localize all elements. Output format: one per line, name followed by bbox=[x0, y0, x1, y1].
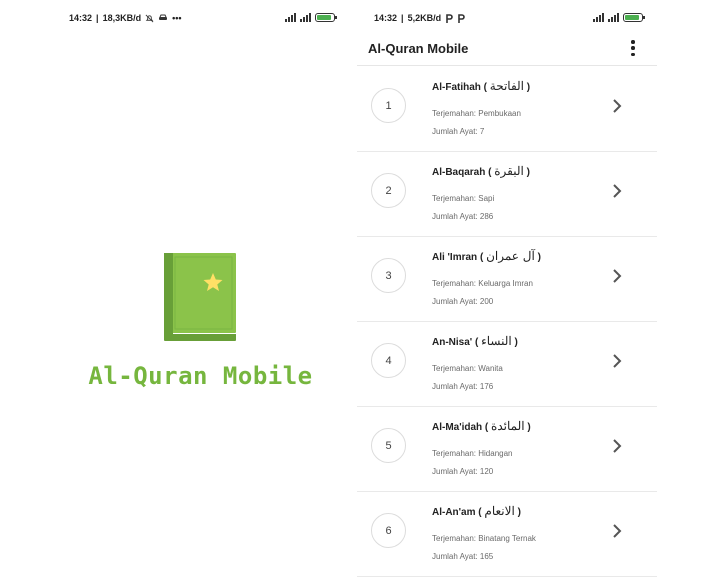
chevron-right-icon bbox=[613, 524, 622, 538]
p-notification-icon bbox=[458, 13, 465, 23]
surah-number: 1 bbox=[371, 88, 406, 123]
surah-item[interactable]: 6 Al-An'am ( الانعام ) Terjemahan: Binat… bbox=[357, 492, 657, 577]
car-icon bbox=[159, 14, 168, 20]
surah-arabic-name: آل عمران bbox=[486, 249, 535, 263]
bell-off-icon bbox=[145, 14, 154, 22]
surah-name: Al-Ma'idah ( المائدة ) bbox=[432, 419, 531, 433]
surah-item[interactable]: 3 Ali 'Imran ( آل عمران ) Terjemahan: Ke… bbox=[357, 237, 657, 322]
signal-icon bbox=[608, 12, 619, 22]
splash-screen: 14:32 | 18,3KB/d ••• Al-Quran Mobile bbox=[52, 0, 349, 584]
surah-name: An-Nisa' ( النساء ) bbox=[432, 334, 518, 348]
status-time: 14:32 bbox=[374, 13, 398, 23]
surah-translation: Terjemahan: Wanita bbox=[432, 364, 503, 373]
status-bar: 14:32 | 5,2KB/d bbox=[357, 10, 657, 28]
splash-app-title: Al-Quran Mobile bbox=[88, 362, 313, 390]
status-bar: 14:32 | 18,3KB/d ••• bbox=[52, 10, 349, 28]
status-time: 14:32 bbox=[69, 13, 93, 23]
surah-translation: Terjemahan: Keluarga Imran bbox=[432, 279, 533, 288]
chevron-right-icon bbox=[613, 184, 622, 198]
quran-book-icon bbox=[164, 253, 238, 342]
chevron-right-icon bbox=[613, 269, 622, 283]
surah-arabic-name: البقرة bbox=[494, 164, 524, 178]
surah-number: 5 bbox=[371, 428, 406, 463]
surah-ayat-count: Jumlah Ayat: 165 bbox=[432, 552, 494, 561]
surah-name: Al-Fatihah ( الفاتحة ) bbox=[432, 79, 531, 93]
surah-ayat-count: Jumlah Ayat: 7 bbox=[432, 127, 485, 136]
surah-number: 4 bbox=[371, 343, 406, 378]
status-speed: 18,3KB/d bbox=[102, 13, 142, 23]
surah-ayat-count: Jumlah Ayat: 200 bbox=[432, 297, 494, 306]
surah-number: 2 bbox=[371, 173, 406, 208]
surah-item[interactable]: 4 An-Nisa' ( النساء ) Terjemahan: Wanita… bbox=[357, 322, 657, 407]
surah-name: Ali 'Imran ( آل عمران ) bbox=[432, 249, 541, 263]
surah-ayat-count: Jumlah Ayat: 120 bbox=[432, 467, 494, 476]
app-bar-title: Al-Quran Mobile bbox=[368, 41, 469, 56]
surah-arabic-name: المائدة bbox=[491, 419, 525, 433]
surah-list: 1 Al-Fatihah ( الفاتحة ) Terjemahan: Pem… bbox=[357, 67, 657, 577]
surah-name: Al-Baqarah ( البقرة ) bbox=[432, 164, 530, 178]
surah-arabic-name: الفاتحة bbox=[489, 79, 525, 93]
more-notifications-icon: ••• bbox=[172, 13, 182, 23]
more-vert-icon[interactable] bbox=[629, 40, 637, 56]
surah-number: 6 bbox=[371, 513, 406, 548]
surah-list-screen: 14:32 | 5,2KB/d Al-Quran Mobile 1 Al-Fat… bbox=[357, 0, 657, 584]
surah-name: Al-An'am ( الانعام ) bbox=[432, 504, 521, 518]
surah-translation: Terjemahan: Binatang Ternak bbox=[432, 534, 536, 543]
surah-ayat-count: Jumlah Ayat: 286 bbox=[432, 212, 494, 221]
app-bar: Al-Quran Mobile bbox=[357, 32, 657, 66]
battery-icon bbox=[315, 12, 337, 22]
signal-icon bbox=[300, 12, 311, 22]
battery-icon bbox=[623, 12, 645, 22]
p-notification-icon bbox=[446, 13, 453, 23]
surah-arabic-name: الانعام bbox=[484, 504, 515, 518]
surah-item[interactable]: 5 Al-Ma'idah ( المائدة ) Terjemahan: Hid… bbox=[357, 407, 657, 492]
surah-ayat-count: Jumlah Ayat: 176 bbox=[432, 382, 494, 391]
chevron-right-icon bbox=[613, 354, 622, 368]
surah-item[interactable]: 2 Al-Baqarah ( البقرة ) Terjemahan: Sapi… bbox=[357, 152, 657, 237]
surah-item[interactable]: 1 Al-Fatihah ( الفاتحة ) Terjemahan: Pem… bbox=[357, 67, 657, 152]
signal-icon bbox=[593, 12, 604, 22]
signal-icon bbox=[285, 12, 296, 22]
status-speed: 5,2KB/d bbox=[407, 13, 442, 23]
surah-translation: Terjemahan: Hidangan bbox=[432, 449, 513, 458]
surah-arabic-name: النساء bbox=[481, 334, 512, 348]
surah-translation: Terjemahan: Sapi bbox=[432, 194, 495, 203]
chevron-right-icon bbox=[613, 99, 622, 113]
surah-translation: Terjemahan: Pembukaan bbox=[432, 109, 521, 118]
chevron-right-icon bbox=[613, 439, 622, 453]
surah-number: 3 bbox=[371, 258, 406, 293]
